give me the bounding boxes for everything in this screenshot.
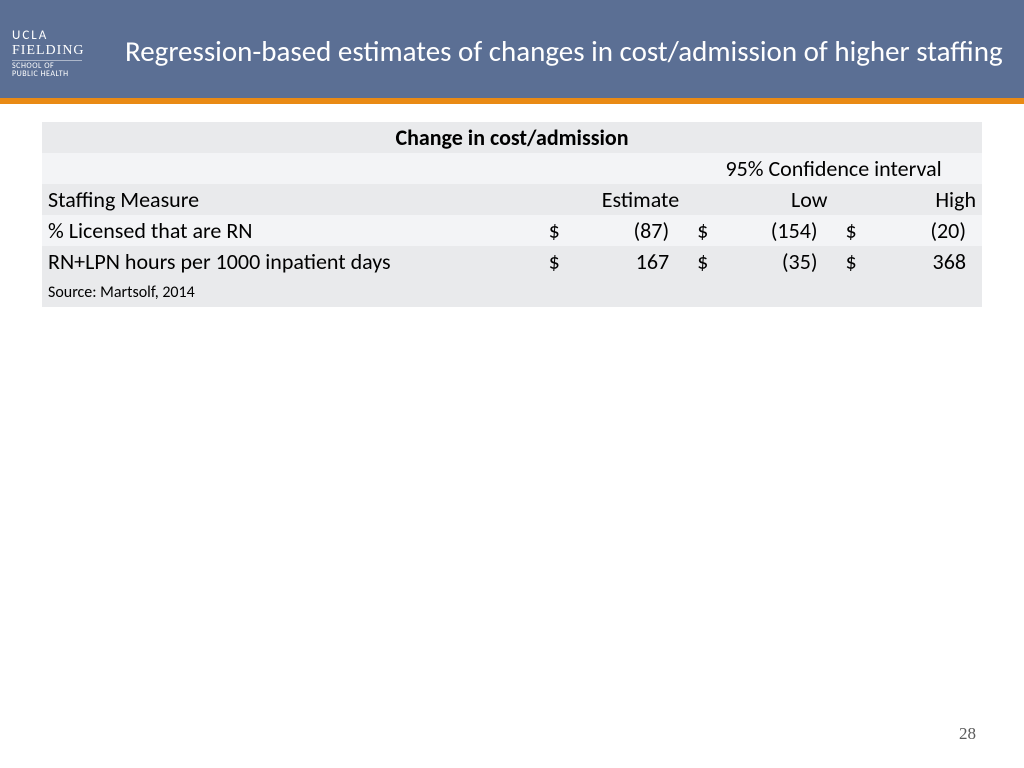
logo-line-2: FIELDING [12,43,82,60]
currency-symbol: $ [834,246,869,277]
low-cell: (154) [720,215,833,246]
slide-header: UCLA FIELDING SCHOOL OF PUBLIC HEALTH Re… [0,0,1024,98]
col-estimate: Estimate [537,184,685,215]
currency-symbol: $ [685,246,720,277]
slide-title: Regression-based estimates of changes in… [90,29,1023,69]
high-cell: (20) [869,215,982,246]
measure-cell: RN+LPN hours per 1000 inpatient days [42,246,537,277]
measure-cell: % Licensed that are RN [42,215,537,246]
table-title-row: Change in cost/admission [42,122,982,153]
ci-header: 95% Confidence interval [685,153,982,184]
ci-header-row: 95% Confidence interval [42,153,982,184]
low-cell: (35) [720,246,833,277]
table-row: RN+LPN hours per 1000 inpatient days $ 1… [42,246,982,277]
high-cell: 368 [869,246,982,277]
logo-line-1: UCLA [12,29,82,43]
ucla-fielding-logo: UCLA FIELDING SCHOOL OF PUBLIC HEALTH [0,19,90,79]
currency-symbol: $ [537,215,572,246]
currency-symbol: $ [537,246,572,277]
col-high: High [834,184,982,215]
cost-admission-table: Change in cost/admission 95% Confidence … [42,122,982,307]
col-low: Low [685,184,833,215]
slide-content: Change in cost/admission 95% Confidence … [0,104,1024,307]
col-measure: Staffing Measure [42,184,537,215]
source-row: Source: Martsolf, 2014 [42,277,982,307]
column-header-row: Staffing Measure Estimate Low High [42,184,982,215]
logo-line-4: PUBLIC HEALTH [12,70,82,79]
source-cell: Source: Martsolf, 2014 [42,277,537,307]
currency-symbol: $ [685,215,720,246]
currency-symbol: $ [834,215,869,246]
table-row: % Licensed that are RN $ (87) $ (154) $ … [42,215,982,246]
page-number: 28 [959,724,976,744]
table-title: Change in cost/admission [42,122,982,153]
estimate-cell: 167 [572,246,685,277]
estimate-cell: (87) [572,215,685,246]
